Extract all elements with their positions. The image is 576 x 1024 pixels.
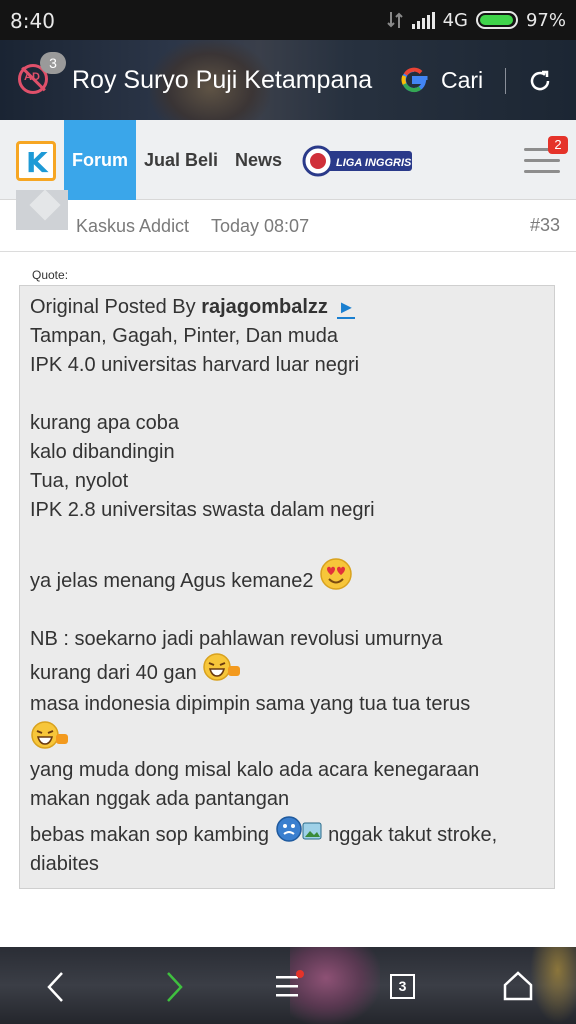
- status-time: 8:40: [10, 9, 55, 33]
- page-title[interactable]: Roy Suryo Puji Ketampana: [72, 66, 378, 95]
- user-rank: Kaskus Addict: [76, 216, 190, 236]
- kaskus-navbar: K Forum Jual Beli News LIGA INGGRIS 2: [0, 120, 576, 200]
- quote-header: Original Posted By rajagombalzz ►: [30, 296, 356, 319]
- quote-line: yang muda dong misal kalo ada acara kene…: [30, 759, 480, 781]
- quote-line: makan nggak ada pantangan: [30, 788, 290, 810]
- quote-line: kurang apa coba: [30, 412, 180, 434]
- network-type: 4G: [442, 9, 468, 31]
- data-transfer-icon: [386, 12, 403, 28]
- google-icon[interactable]: [400, 66, 428, 94]
- forward-icon[interactable]: [162, 970, 186, 1004]
- quote-label: Quote:: [32, 268, 69, 282]
- status-bar: 8:40 4G 97%: [0, 0, 576, 40]
- laughing-thumbs-emoji-icon: [203, 652, 241, 681]
- quote-line: bebas makan sop kambing nggak takut stro…: [30, 815, 498, 847]
- bottom-background-art: [530, 947, 576, 1024]
- battery-percent: 97%: [525, 9, 566, 31]
- divider: [0, 251, 576, 252]
- love-eyes-emoji-icon: [320, 557, 352, 590]
- quote-line: NB : soekarno jadi pahlawan revolusi umu…: [30, 628, 443, 650]
- sick-emoji-icon: [275, 815, 322, 842]
- signal-icon: [411, 12, 435, 29]
- quote-line: diabites: [30, 853, 99, 875]
- liga-inggris-logo[interactable]: LIGA INGGRIS: [302, 145, 414, 177]
- view-post-link-icon[interactable]: ►: [337, 297, 356, 319]
- browser-header: AD 3 Roy Suryo Puji Ketampana Cari: [0, 40, 576, 120]
- quote-line-text: ya jelas menang Agus kemane2: [30, 570, 314, 592]
- post-number[interactable]: #33: [530, 215, 560, 236]
- tab-jual-beli[interactable]: Jual Beli: [144, 150, 218, 171]
- post-timestamp: Today 08:07: [211, 216, 310, 236]
- quote-box: Original Posted By rajagombalzz ► Tampan…: [19, 285, 555, 889]
- quote-line-text: nggak takut stroke,: [328, 824, 498, 846]
- header-divider: [505, 68, 506, 94]
- battery-level: [479, 15, 513, 25]
- reload-icon[interactable]: [528, 69, 552, 93]
- tab-news[interactable]: News: [235, 150, 282, 171]
- avatar[interactable]: [16, 189, 68, 230]
- tabs-button[interactable]: 3: [390, 974, 415, 999]
- back-icon[interactable]: [44, 970, 68, 1004]
- quote-line-text: kurang dari 40 gan: [30, 662, 197, 684]
- quote-author[interactable]: rajagombalzz: [201, 296, 328, 318]
- quote-line: Tua, nyolot: [30, 470, 129, 492]
- laughing-thumbs-emoji-icon: [31, 721, 68, 749]
- status-icons: 4G 97%: [386, 8, 566, 32]
- quote-line: kalo dibandingin: [30, 441, 175, 463]
- quote-line: IPK 2.8 universitas swasta dalam negri: [30, 499, 375, 521]
- quote-line: ya jelas menang Agus kemane2: [30, 557, 353, 593]
- quote-line: Tampan, Gagah, Pinter, Dan muda: [30, 325, 338, 347]
- quote-line-text: bebas makan sop kambing: [30, 824, 270, 846]
- quote-line: masa indonesia dipimpin sama yang tua tu…: [30, 693, 471, 715]
- search-button[interactable]: Cari: [441, 67, 483, 94]
- liga-label: LIGA INGGRIS: [336, 157, 412, 169]
- menu-icon[interactable]: [274, 970, 304, 1002]
- tab-forum[interactable]: Forum: [64, 120, 136, 200]
- battery-icon: [475, 11, 518, 29]
- quote-line: IPK 4.0 universitas harvard luar negri: [30, 354, 360, 376]
- menu-notification-badge: 2: [548, 136, 568, 154]
- adblock-count-badge: 3: [40, 52, 66, 74]
- quote-prefix: Original Posted By: [30, 296, 196, 318]
- kaskus-logo-icon[interactable]: K: [16, 141, 56, 181]
- home-icon[interactable]: [502, 970, 534, 1002]
- quote-line: kurang dari 40 gan: [30, 652, 242, 685]
